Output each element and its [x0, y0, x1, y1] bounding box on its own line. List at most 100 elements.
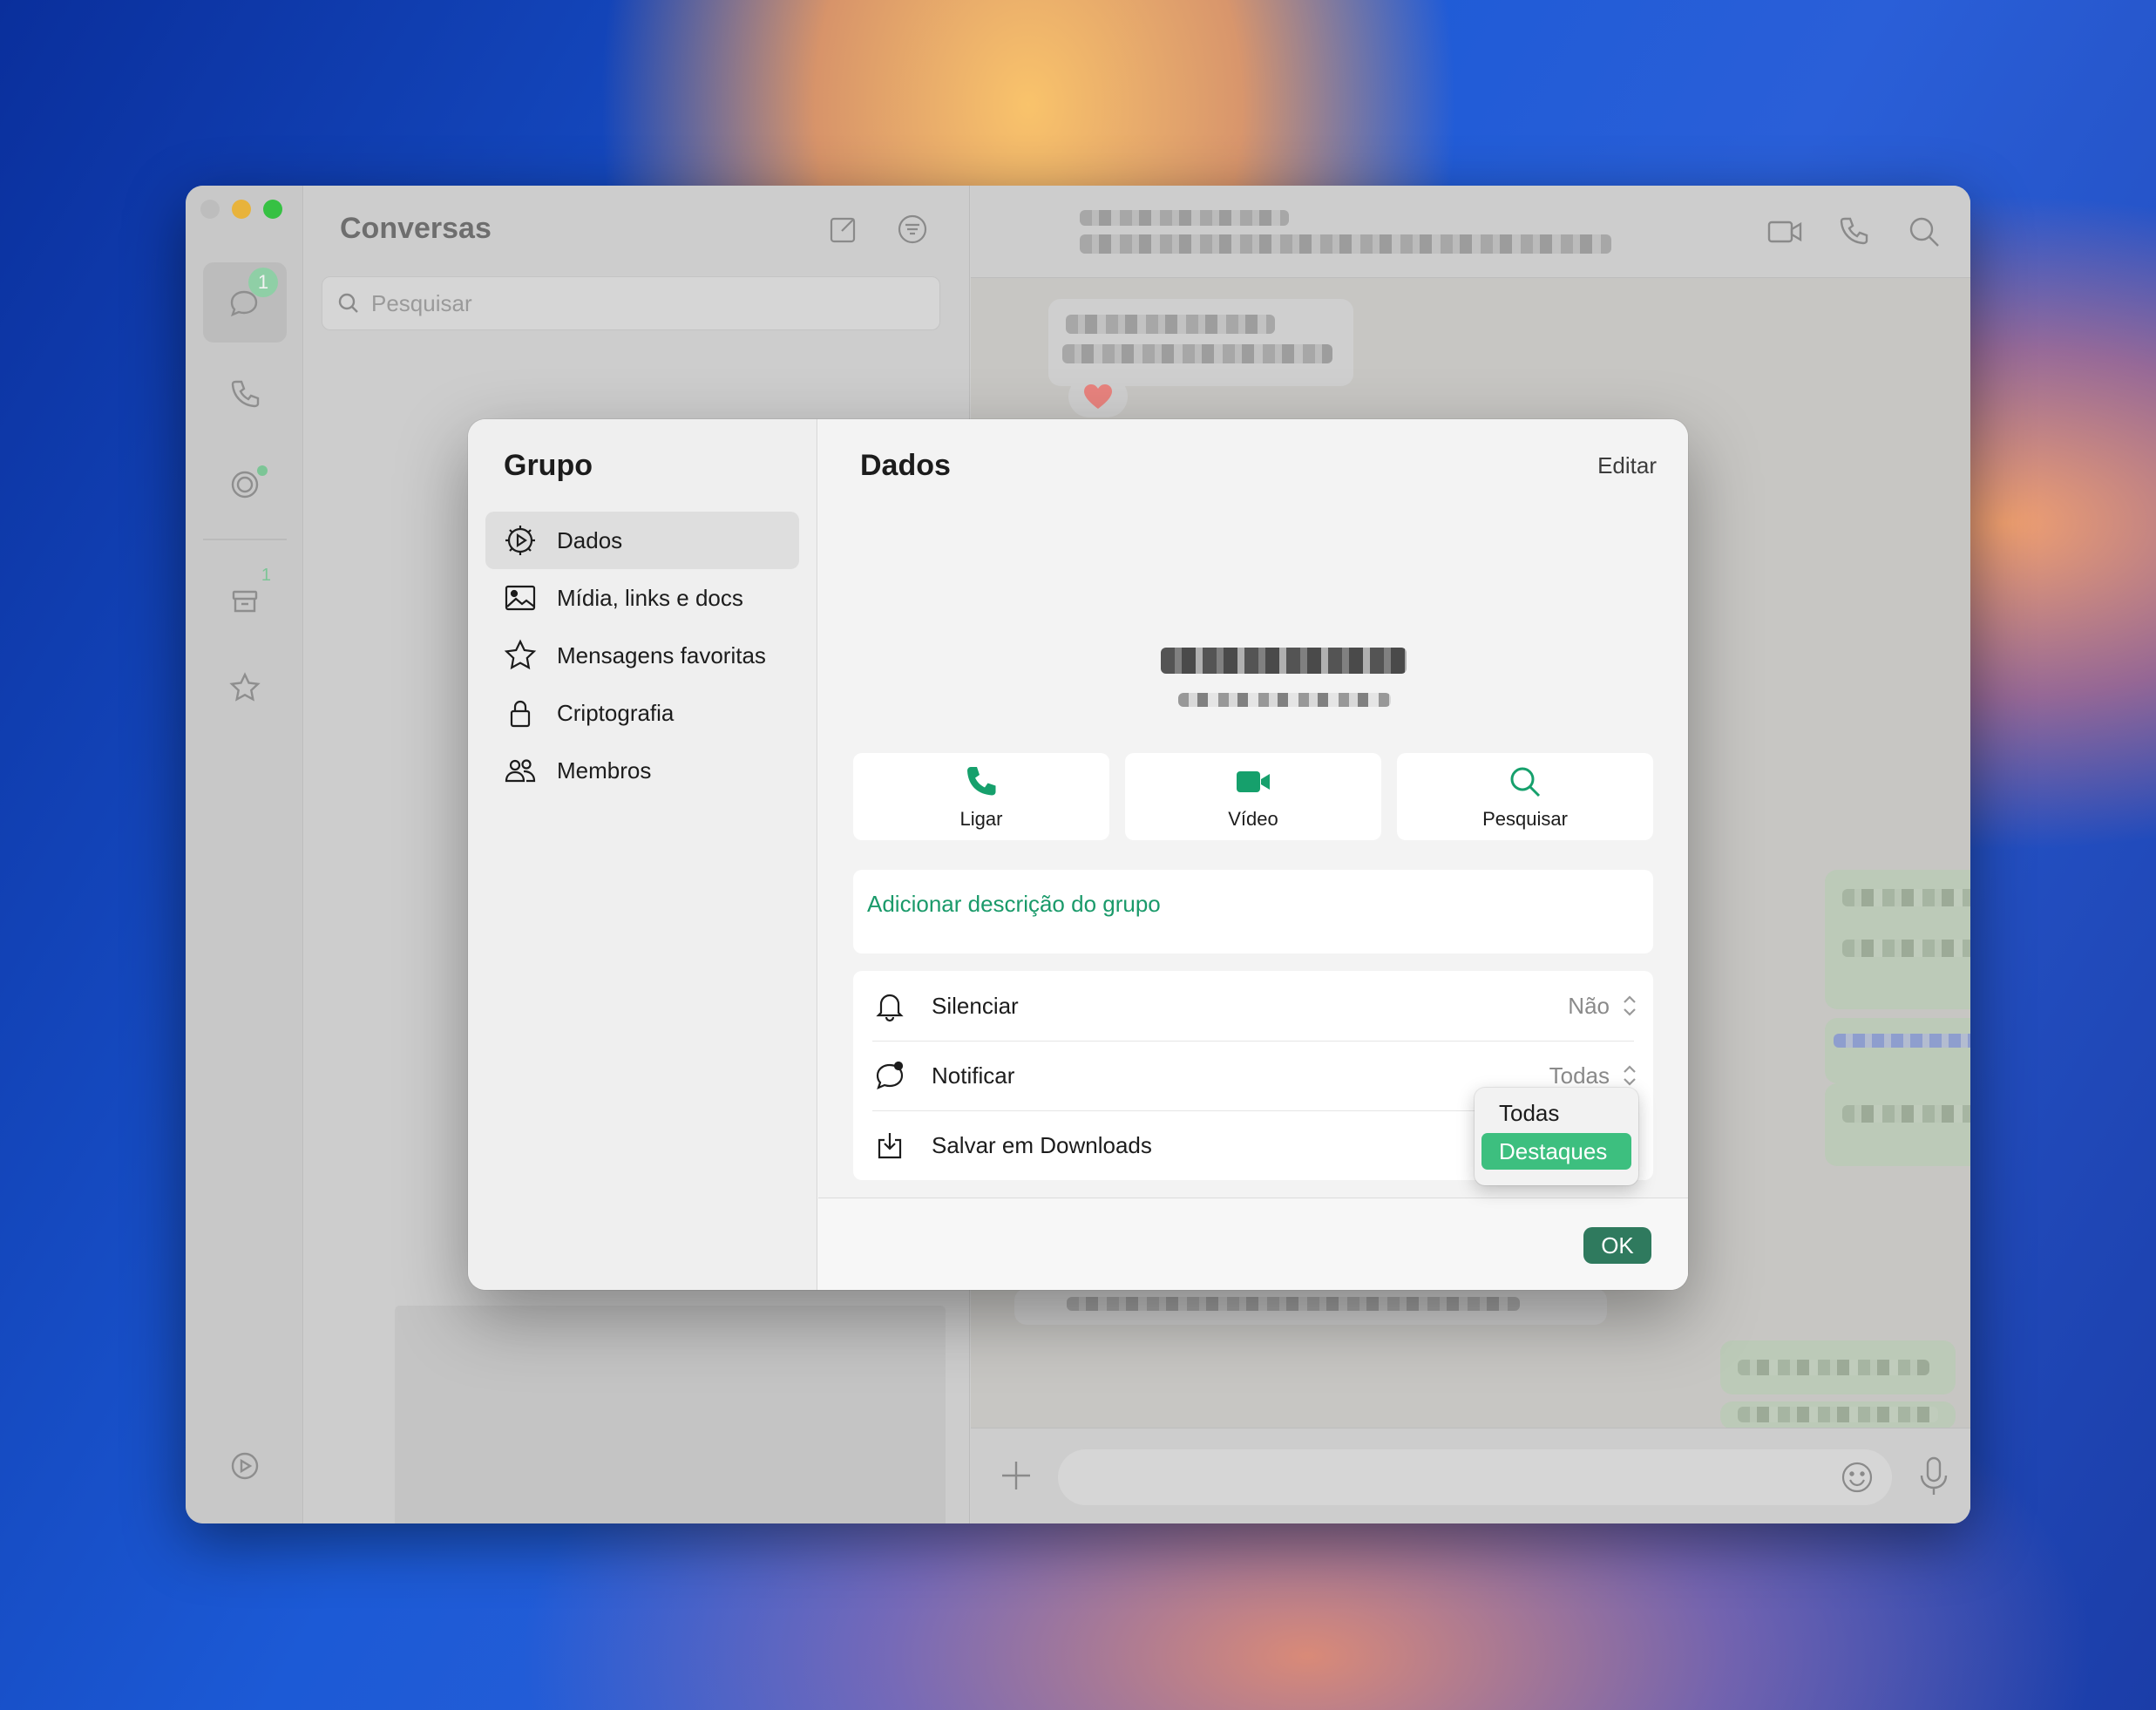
message-bubble[interactable] — [1014, 1288, 1607, 1325]
blurred-message-text — [1738, 1360, 1929, 1375]
phone-icon — [231, 380, 260, 408]
message-input[interactable] — [1058, 1449, 1892, 1505]
video-button[interactable]: Vídeo — [1125, 753, 1381, 840]
nav-item-dados[interactable]: Dados — [485, 512, 799, 569]
nav-item-criptografia[interactable]: Criptografia — [485, 684, 799, 742]
gear-icon — [231, 1452, 259, 1480]
mute-row[interactable]: Silenciar Não — [853, 971, 1653, 1041]
edit-button[interactable]: Editar — [1597, 452, 1657, 479]
notify-options-menu: Todas Destaques — [1475, 1088, 1638, 1185]
stepper-icon[interactable] — [1620, 1062, 1639, 1089]
option-destaques[interactable]: Destaques — [1481, 1133, 1631, 1170]
message-bubble[interactable] — [1825, 870, 1970, 1009]
dialog-footer: OK — [818, 1198, 1688, 1290]
archive-icon — [232, 590, 258, 613]
status-dot — [257, 465, 268, 476]
unread-badge: 1 — [248, 268, 278, 297]
download-icon — [878, 1133, 902, 1159]
mute-label: Silenciar — [932, 992, 1019, 1019]
chat-list-item[interactable] — [395, 1306, 946, 1523]
chat-bubble-icon — [876, 1061, 904, 1089]
blurred-message-text — [1067, 1297, 1520, 1311]
blurred-chat-name — [1080, 210, 1289, 226]
filter-icon[interactable] — [895, 212, 930, 247]
notify-label: Notificar — [932, 1062, 1015, 1089]
rail-divider — [203, 539, 287, 540]
new-chat-icon[interactable] — [826, 212, 861, 247]
voice-call-icon[interactable] — [1834, 212, 1875, 252]
blurred-message-text — [1842, 1105, 1970, 1123]
bell-icon — [876, 994, 904, 1022]
chat-list-title: Conversas — [340, 212, 492, 245]
add-description-link[interactable]: Adicionar descrição do grupo — [853, 870, 1653, 953]
mute-value[interactable]: Não — [1568, 993, 1610, 1020]
nav-item-midia[interactable]: Mídia, links e docs — [485, 569, 799, 627]
conversation-header[interactable] — [971, 186, 1970, 278]
nav-item-membros[interactable]: Membros — [485, 742, 799, 799]
nav-rail: 1 1 — [186, 186, 303, 1523]
search-icon[interactable] — [1904, 212, 1944, 252]
blurred-group-subtitle — [1178, 693, 1391, 707]
plus-icon[interactable] — [997, 1456, 1035, 1495]
nav-item-favoritas[interactable]: Mensagens favoritas — [485, 627, 799, 684]
message-bubble[interactable] — [1720, 1401, 1956, 1429]
gear-icon — [505, 526, 535, 555]
lock-icon — [510, 700, 531, 728]
message-bubble[interactable] — [1048, 299, 1353, 386]
option-todas[interactable]: Todas — [1481, 1095, 1631, 1131]
window-controls — [200, 200, 282, 219]
microphone-icon[interactable] — [1915, 1455, 1953, 1496]
search-label: Pesquisar — [1482, 808, 1568, 830]
rail-calls-button[interactable] — [203, 354, 287, 434]
blurred-message-text — [1842, 940, 1970, 957]
star-icon — [504, 639, 537, 670]
message-bubble[interactable] — [1825, 1018, 1970, 1083]
chat-search-input[interactable] — [371, 289, 912, 317]
rail-chats-button[interactable]: 1 — [203, 262, 287, 343]
blurred-message-text — [1066, 315, 1275, 334]
blurred-group-name — [1161, 648, 1407, 674]
reaction-badge[interactable] — [1068, 376, 1128, 417]
rail-archive-button[interactable]: 1 — [203, 560, 287, 641]
stepper-icon[interactable] — [1620, 993, 1639, 1019]
minimize-window-button[interactable] — [232, 200, 251, 219]
message-bubble[interactable] — [1720, 1340, 1956, 1394]
close-window-button[interactable] — [200, 200, 220, 219]
notify-value[interactable]: Todas — [1549, 1062, 1610, 1089]
members-icon — [505, 759, 536, 783]
blurred-link-text — [1834, 1034, 1970, 1048]
emoji-icon[interactable] — [1840, 1460, 1875, 1495]
nav-item-label: Mensagens favoritas — [557, 641, 766, 668]
image-icon — [505, 585, 536, 611]
video-icon — [1237, 771, 1270, 792]
heart-icon — [1084, 384, 1112, 409]
message-bubble[interactable] — [1825, 1083, 1970, 1166]
nav-item-label: Criptografia — [557, 699, 675, 726]
save-downloads-label: Salvar em Downloads — [932, 1131, 1152, 1158]
video-label: Vídeo — [1228, 808, 1278, 830]
archive-count: 1 — [261, 566, 271, 585]
search-button[interactable]: Pesquisar — [1397, 753, 1653, 840]
phone-icon — [967, 767, 996, 796]
search-icon — [338, 293, 358, 313]
dialog-title: Dados — [860, 449, 951, 482]
blurred-message-text — [1062, 344, 1332, 363]
maximize-window-button[interactable] — [263, 200, 282, 219]
blurred-chat-members — [1080, 234, 1611, 254]
call-button[interactable]: Ligar — [853, 753, 1109, 840]
nav-item-label: Membros — [557, 757, 652, 784]
call-label: Ligar — [959, 808, 1003, 830]
star-icon — [229, 672, 261, 702]
video-call-icon[interactable] — [1765, 212, 1805, 252]
rail-starred-button[interactable] — [203, 648, 287, 728]
nav-item-label: Mídia, links e docs — [557, 584, 743, 611]
search-icon — [1510, 767, 1541, 797]
rail-settings-button[interactable] — [203, 1426, 287, 1506]
chat-search[interactable] — [322, 276, 940, 330]
dialog-nav: Dados Mídia, links e docs Mensagens favo… — [485, 512, 799, 799]
rail-status-button[interactable] — [203, 444, 287, 525]
dialog-sidebar-title: Grupo — [504, 449, 593, 482]
message-composer — [971, 1428, 1970, 1523]
blurred-message-text — [1738, 1407, 1938, 1422]
ok-button[interactable]: OK — [1583, 1227, 1651, 1264]
